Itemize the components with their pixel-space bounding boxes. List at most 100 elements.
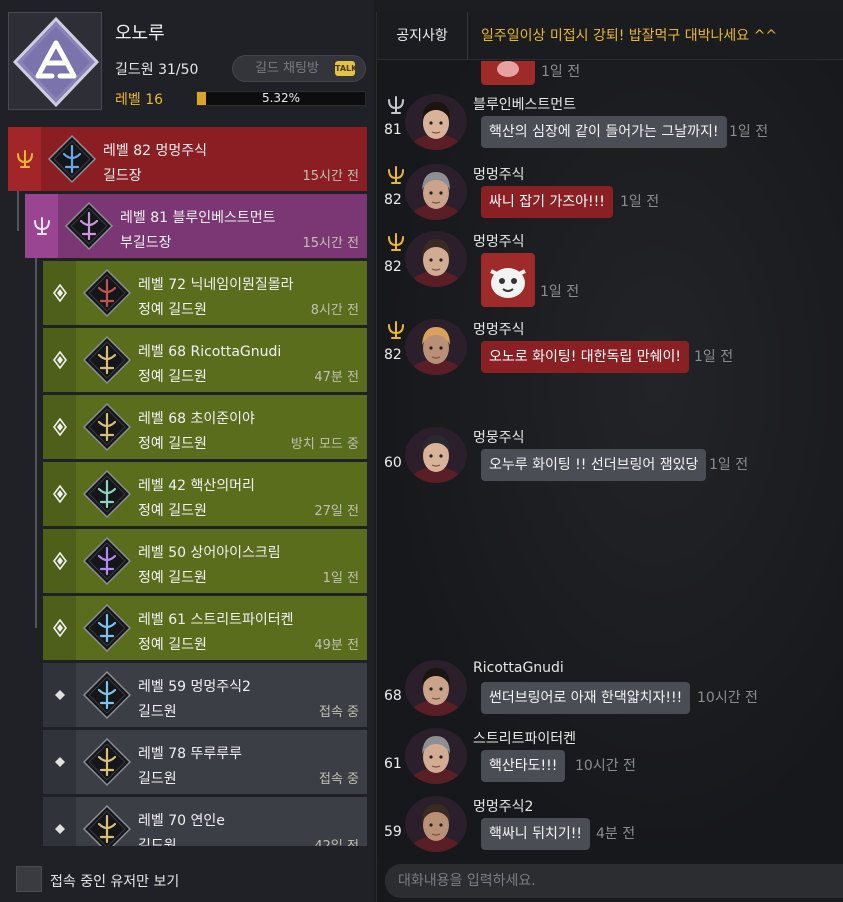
member-row[interactable]: 레벨 82 멍멍주식 길드장 15시간 전 [8,127,367,191]
notice-bar: 공지사항 일주일이상 미접시 강퇴! 밥잘먹구 대박나세요 ^^ [377,12,843,60]
sender-name[interactable]: 멍멍주식 [473,319,525,339]
message-time: 1일 전 [694,349,734,365]
member-role: 길드원 [138,704,177,720]
member-count: 길드원 31/50 [115,62,199,78]
sender-level: 82 [384,347,402,363]
member-role: 길드원 [138,838,177,846]
message-bubble: 핵싸니 뒤치기!! [481,818,590,850]
sender-level: 81 [384,122,402,138]
sub-master-crest-icon [385,94,407,120]
message-time: 4분 전 [596,826,636,842]
sender-name[interactable]: 멍멍주식2 [473,796,533,816]
member-row[interactable]: 레벨 59 멍멍주식2 길드원 접속 중 [43,663,367,727]
member-level-name: 레벨 68 RicottaGnudi [138,344,282,360]
message-time: 1일 전 [540,284,580,300]
member-diamond-icon [43,730,76,794]
avatar[interactable] [405,231,467,287]
member-last-seen: 1일 전 [322,571,359,586]
partial-sticker [481,61,535,85]
member-last-seen: 방치 모드 중 [290,437,359,452]
message-time: 10시간 전 [697,690,758,706]
member-last-seen: 42일 전 [314,835,359,846]
message-bubble: 핵산타도!!! [481,750,566,782]
notice-text: 일주일이상 미접시 강퇴! 밥잘먹구 대박나세요 ^^ [481,28,778,44]
sender-level: 61 [384,756,402,772]
member-row[interactable]: 레벨 61 스트리트파이터켄 정예 길드원 49분 전 [43,596,367,660]
avatar[interactable] [405,319,467,375]
guild-xp-bar: 5.32% [196,91,366,106]
message-time: 1일 전 [541,64,581,80]
member-diamond-icon [43,663,76,727]
guild-master-crest-icon [385,319,407,345]
member-diamond-icon [43,797,76,846]
member-level-name: 레벨 42 핵산의머리 [138,478,255,494]
member-level-name: 레벨 78 뚜루루루 [138,746,242,762]
elite-diamond-icon [43,328,76,392]
guild-name: 오노루 [115,23,165,44]
guild-chat-room-button[interactable]: 길드 채팅방 TALK [232,55,366,82]
member-last-seen: 접속 중 [318,705,359,720]
emoticon-sticker [481,253,535,307]
sender-name[interactable]: 멍멍주식 [473,164,525,184]
message-time: 1일 전 [620,194,660,210]
avatar[interactable] [405,660,467,716]
message-bubble: 싸니 잡기 가즈아!!! [481,186,613,218]
member-role: 정예 길드원 [138,503,207,519]
sub-master-crest-icon [25,194,58,258]
member-level-name: 레벨 72 닉네임이뭔질몰라 [138,277,294,293]
member-row[interactable]: 레벨 42 핵산의머리 정예 길드원 27일 전 [43,462,367,526]
class-icon [82,603,132,653]
guild-xp-text: 5.32% [261,91,301,105]
class-icon [82,737,132,787]
member-last-seen: 47분 전 [314,370,359,385]
member-row[interactable]: 레벨 50 상어아이스크림 정예 길드원 1일 전 [43,529,367,593]
member-last-seen: 49분 전 [314,638,359,653]
member-row[interactable]: 레벨 68 RicottaGnudi 정예 길드원 47분 전 [43,328,367,392]
sender-name[interactable]: 멍멍주식 [473,231,525,251]
guild-chat-room-label: 길드 채팅방 [255,61,319,76]
sender-name[interactable]: 스트리트파이터켄 [473,728,576,748]
avatar[interactable] [405,94,467,150]
online-only-checkbox[interactable] [16,866,42,892]
member-row[interactable]: 레벨 78 뚜루루루 길드원 접속 중 [43,730,367,794]
member-row[interactable]: 레벨 72 닉네임이뭔질몰라 정예 길드원 8시간 전 [43,261,367,325]
message-bubble: 핵산의 심장에 같이 들어가는 그날까지! [481,116,727,148]
elite-diamond-icon [43,529,76,593]
message-time: 10시간 전 [575,758,636,774]
sender-name[interactable]: 멍뭉주식 [473,427,525,447]
avatar[interactable] [405,164,467,220]
member-last-seen: 접속 중 [318,772,359,787]
member-level-name: 레벨 70 연인e [138,813,225,829]
avatar[interactable] [405,427,467,483]
chat-input[interactable]: 대화내용을 입력하세요. [385,864,843,898]
avatar[interactable] [405,728,467,784]
member-role: 부길드장 [120,235,172,251]
guild-master-crest-icon [385,231,407,257]
guild-emblem [8,12,102,110]
elite-diamond-icon [43,395,76,459]
notice-label: 공지사항 [377,12,468,60]
member-level-name: 레벨 82 멍멍주식 [103,143,207,159]
elite-diamond-icon [43,596,76,660]
class-icon [82,335,132,385]
member-row[interactable]: 레벨 68 초이준이야 정예 길드원 방치 모드 중 [43,395,367,459]
sender-level: 60 [384,455,402,471]
member-row[interactable]: 레벨 70 연인e 길드원 42일 전 [43,797,367,846]
member-row[interactable]: 레벨 81 블루인베스트먼트부길드장 15시간 전 [25,194,367,258]
member-list[interactable]: 레벨 82 멍멍주식 길드장 15시간 전 레벨 81 블루인베스트먼트부길드장 15… [0,124,374,846]
member-level-name: 레벨 81 블루인베스트먼트 [120,210,276,226]
sender-level: 68 [384,688,402,704]
guild-master-crest-icon [385,164,407,190]
avatar[interactable] [405,796,467,852]
talk-icon: TALK [335,61,357,76]
guild-panel: 오노루 길드원 31/50 길드 채팅방 TALK 레벨 16 5.32% 레벨… [0,0,374,902]
message-time: 1일 전 [729,124,769,140]
class-icon [82,804,132,846]
class-icon [64,201,114,251]
member-level-name: 레벨 59 멍멍주식2 [138,679,251,695]
member-last-seen: 15시간 전 [302,236,359,251]
chat-messages[interactable]: 1일 전 81 블루인베스트먼트 핵산의 심장에 같이 들어가는 그날까지! 1일 전… [377,61,843,861]
sender-name[interactable]: 블루인베스트먼트 [473,94,576,114]
message-bubble: 썬더브링어로 아재 한댁얇치자!!! [481,682,691,714]
sender-name[interactable]: RicottaGnudi [473,660,564,676]
